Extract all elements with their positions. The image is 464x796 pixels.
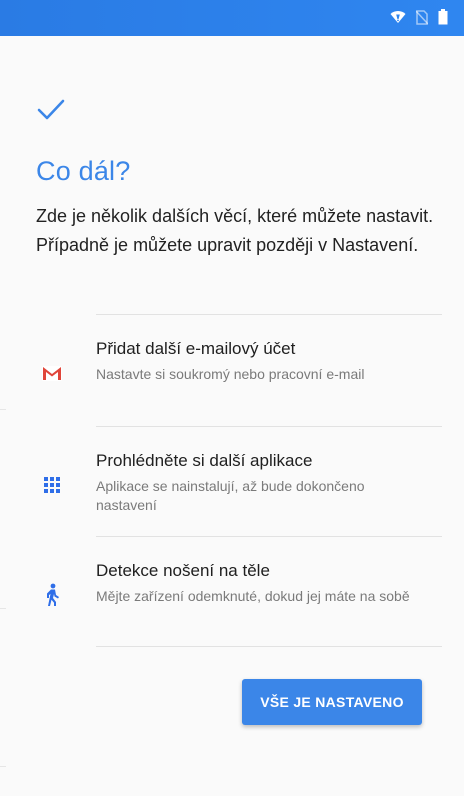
apps-grid-icon — [38, 471, 66, 499]
page-title: Co dál? — [36, 156, 131, 186]
done-button[interactable]: VŠE JE NASTAVENO — [242, 679, 422, 725]
no-sim-icon — [416, 9, 428, 25]
setup-screen: Co dál? Zde je několik dalších věcí, kte… — [0, 36, 464, 796]
list-item-more-apps[interactable]: Prohlédněte si další aplikace Aplikace s… — [0, 427, 464, 527]
list-item-subtitle: Nastavte si soukromý nebo pracovní e-mai… — [96, 366, 365, 382]
list-item-on-body-detection[interactable]: Detekce nošení na těle Mějte zařízení od… — [0, 537, 464, 637]
list-item-title: Přidat další e-mailový účet — [96, 339, 296, 358]
gmail-icon — [38, 359, 66, 387]
list-item-subtitle: Aplikace se nainstalují, až bude dokonče… — [96, 478, 365, 513]
status-bar — [0, 0, 464, 36]
divider — [96, 646, 442, 647]
divider — [0, 766, 6, 767]
list-item-subtitle: Mějte zařízení odemknuté, dokud jej máte… — [96, 588, 410, 604]
list-item-add-email[interactable]: Přidat další e-mailový účet Nastavte si … — [0, 315, 464, 415]
page-description: Zde je několik dalších věcí, které můžet… — [36, 206, 434, 255]
list-item-title: Prohlédněte si další aplikace — [96, 451, 313, 470]
status-icons — [390, 9, 448, 25]
walking-person-icon — [38, 581, 66, 609]
divider — [0, 409, 6, 410]
divider — [0, 608, 6, 609]
wifi-icon — [390, 10, 406, 24]
battery-icon — [438, 9, 448, 25]
list-item-title: Detekce nošení na těle — [96, 561, 270, 580]
checkmark-icon — [36, 98, 66, 122]
